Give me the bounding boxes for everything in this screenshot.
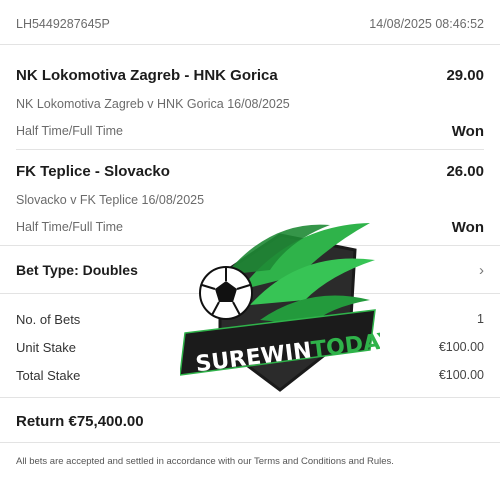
selection-market: Half Time/Full Time bbox=[16, 124, 123, 138]
selection-fixture: NK Lokomotiva Zagreb v HNK Gorica 16/08/… bbox=[16, 97, 290, 111]
bets-count-label: No. of Bets bbox=[16, 311, 81, 327]
return-amount: Return €75,400.00 bbox=[16, 412, 144, 430]
terms-row: All bets are accepted and settled in acc… bbox=[16, 453, 484, 469]
selection-match: NK Lokomotiva Zagreb - HNK Gorica bbox=[16, 66, 278, 84]
selection-1-market-row: Half Time/Full Time Won bbox=[16, 120, 484, 142]
total-stake-value: €100.00 bbox=[438, 368, 484, 382]
selection-2-header: FK Teplice - Slovacko 26.00 bbox=[16, 160, 484, 182]
receipt-datetime: 14/08/2025 08:46:52 bbox=[369, 17, 484, 31]
total-stake-label: Total Stake bbox=[16, 367, 81, 383]
unit-stake-label: Unit Stake bbox=[16, 339, 76, 355]
divider bbox=[0, 442, 500, 443]
selection-odds: 29.00 bbox=[446, 66, 484, 84]
terms-text: All bets are accepted and settled in acc… bbox=[16, 455, 394, 467]
divider bbox=[0, 44, 500, 45]
selection-result: Won bbox=[451, 122, 484, 140]
selection-match: FK Teplice - Slovacko bbox=[16, 162, 170, 180]
selection-market: Half Time/Full Time bbox=[16, 220, 123, 234]
receipt-header: LH5449287645P 14/08/2025 08:46:52 bbox=[16, 14, 484, 34]
bets-count-value: 1 bbox=[477, 312, 484, 326]
selection-fixture: Slovacko v FK Teplice 16/08/2025 bbox=[16, 193, 205, 207]
selection-1-header: NK Lokomotiva Zagreb - HNK Gorica 29.00 bbox=[16, 64, 484, 86]
unit-stake-value: €100.00 bbox=[438, 340, 484, 354]
selection-1-fixture-row: NK Lokomotiva Zagreb v HNK Gorica 16/08/… bbox=[16, 94, 484, 114]
surewin-logo: SUREWINTODAY bbox=[180, 223, 380, 392]
selection-odds: 26.00 bbox=[446, 162, 484, 180]
chevron-right-icon: › bbox=[479, 261, 484, 279]
divider bbox=[16, 149, 484, 150]
bet-type-label: Bet Type: Doubles bbox=[16, 262, 138, 278]
return-row: Return €75,400.00 bbox=[16, 410, 484, 432]
selection-2-fixture-row: Slovacko v FK Teplice 16/08/2025 bbox=[16, 190, 484, 210]
receipt-id: LH5449287645P bbox=[16, 17, 110, 31]
selection-result: Won bbox=[451, 218, 484, 236]
